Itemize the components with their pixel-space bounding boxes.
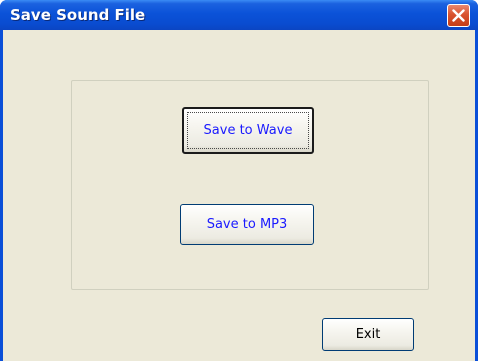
dialog-client-area: Save to Wave Save to MP3 Exit — [3, 30, 475, 361]
save-to-mp3-label: Save to MP3 — [206, 217, 288, 232]
exit-button[interactable]: Exit — [322, 318, 414, 351]
save-to-wave-label: Save to Wave — [203, 123, 293, 138]
window-title: Save Sound File — [10, 6, 146, 24]
save-to-mp3-button[interactable]: Save to MP3 — [180, 204, 314, 245]
save-sound-file-window: Save Sound File Save to Wave Save to MP3… — [0, 0, 478, 361]
close-button[interactable] — [447, 4, 470, 27]
exit-label: Exit — [355, 327, 381, 342]
save-to-wave-button[interactable]: Save to Wave — [182, 107, 314, 154]
close-icon — [452, 9, 465, 22]
title-bar[interactable]: Save Sound File — [0, 0, 478, 30]
